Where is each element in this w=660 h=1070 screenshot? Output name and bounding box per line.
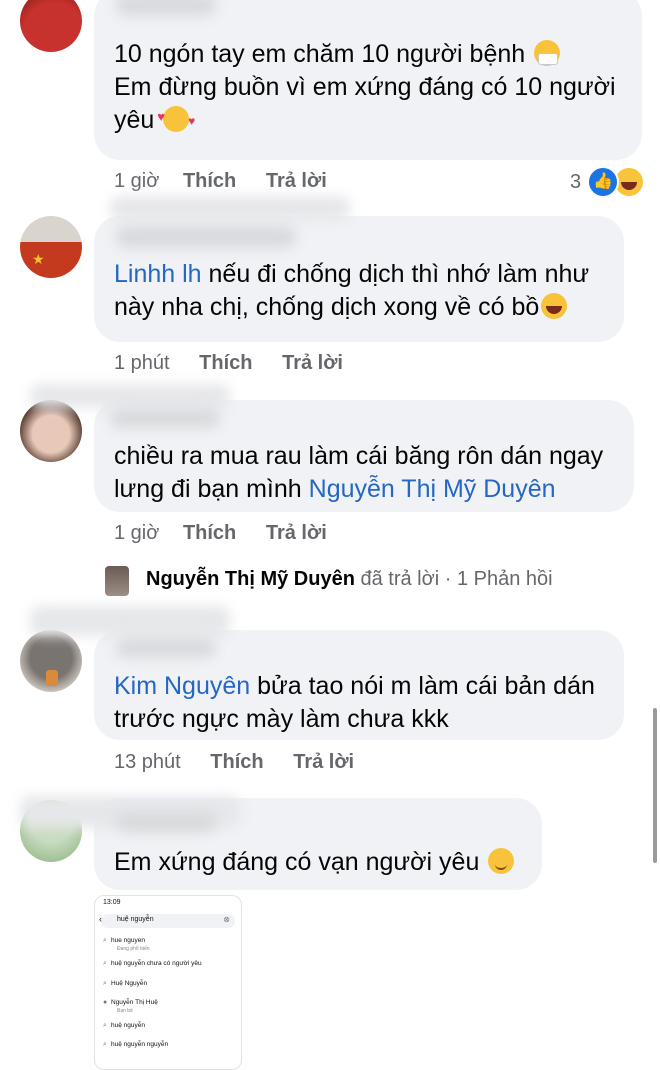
search-icon: ⌕ [103,1041,107,1048]
blurred-name [116,0,216,16]
like-button[interactable]: Thích [199,352,252,374]
like-icon: 👍 [587,166,620,198]
comment-time[interactable]: 1 giờ [114,170,159,192]
view-replies-link[interactable]: Nguyễn Thị Mỹ Duyên đã trả lời · 1 Phản … [146,568,553,591]
comment-time[interactable]: 1 giờ [114,522,159,544]
search-result-sub: Đang phổ biến [117,946,150,952]
comment-text: Em xứng đáng có vạn người yêu [114,846,515,879]
like-button[interactable]: Thích [210,751,263,773]
search-icon: ⌕ [103,980,107,987]
reply-button[interactable]: Trả lời [293,751,354,773]
comment-time[interactable]: 13 phút [114,751,181,773]
search-result: ⌕ hue nguyen [103,937,145,944]
smiling-hearts-emoji-icon [157,100,195,138]
blurred-name [110,408,220,428]
avatar[interactable]: ★ [20,216,82,278]
like-button[interactable]: Thích [183,522,236,544]
blushing-emoji-icon [488,848,515,874]
reply-button[interactable]: Trả lời [282,352,343,374]
reaction-count: 3 [570,170,582,193]
star-icon: ★ [32,251,45,267]
comment-meta: 13 phút Thích Trả lời [114,751,354,774]
comment-meta: 1 phút Thích Trả lời [114,352,343,375]
blurred-name [116,812,216,832]
mention-link[interactable]: Kim Nguyên [114,672,250,700]
comment-text: chiều ra mua rau làm cái băng rôn dán ng… [114,442,604,503]
comment-text: Kim Nguyên bửa tao nói m làm cái bản dán… [114,672,595,733]
reaction-summary[interactable]: 3 👍 [570,166,646,198]
search-query: huệ nguyễn [117,916,154,923]
comment-meta: 1 giờ Thích Trả lời [114,522,327,545]
mention-link[interactable]: Nguyễn Thị Mỹ Duyên [309,475,556,503]
status-time: 13:09 [103,899,121,906]
reply-button[interactable]: Trả lời [266,170,327,192]
search-icon: ⌕ [103,1022,107,1029]
blurred-name [110,196,350,220]
search-result-sub: Bạn bè [117,1008,133,1014]
like-button[interactable]: Thích [183,170,236,192]
search-bar: ‹ huệ nguyễn ⊗ [99,914,235,928]
search-result: ⌕ huệ nguyễn chưa có người yêu [103,960,202,967]
mention-link[interactable]: Linhh lh [114,260,202,288]
avatar[interactable] [20,630,82,692]
search-icon: ⌕ [103,937,107,944]
clear-icon: ⊗ [223,915,230,924]
avatar-icon: ● [103,999,108,1006]
scrollbar[interactable] [653,708,657,863]
reply-button[interactable]: Trả lời [266,522,327,544]
back-arrow-icon: ‹ [99,914,102,924]
search-result: ● Nguyễn Thị Huệ [103,999,158,1006]
comment-meta: 1 giờ Thích Trả lời [114,170,327,193]
search-result: ⌕ Huệ Nguyễn [103,980,148,987]
laughing-emoji-icon [541,293,568,319]
attached-image[interactable]: 13:09 ‹ huệ nguyễn ⊗ ⌕ hue nguyen Đang ph… [94,895,242,1070]
blurred-name [116,638,216,658]
comment-text: 10 ngón tay em chăm 10 người bệnh Em đừn… [114,38,616,138]
blurred-name [30,606,230,636]
avatar[interactable] [20,400,82,462]
search-result: ⌕ huệ nguyễn nguyễn [103,1041,169,1048]
blurred-name [116,226,296,248]
blurred-name [30,384,230,408]
search-icon: ⌕ [103,960,107,967]
comment-time[interactable]: 1 phút [114,352,170,374]
comment-text: Linhh lh nếu đi chống dịch thì nhớ làm n… [114,260,590,321]
avatar[interactable] [105,566,129,596]
search-result: ⌕ huệ nguyễn [103,1022,145,1029]
mask-emoji-icon [534,40,561,66]
avatar[interactable] [20,0,82,52]
